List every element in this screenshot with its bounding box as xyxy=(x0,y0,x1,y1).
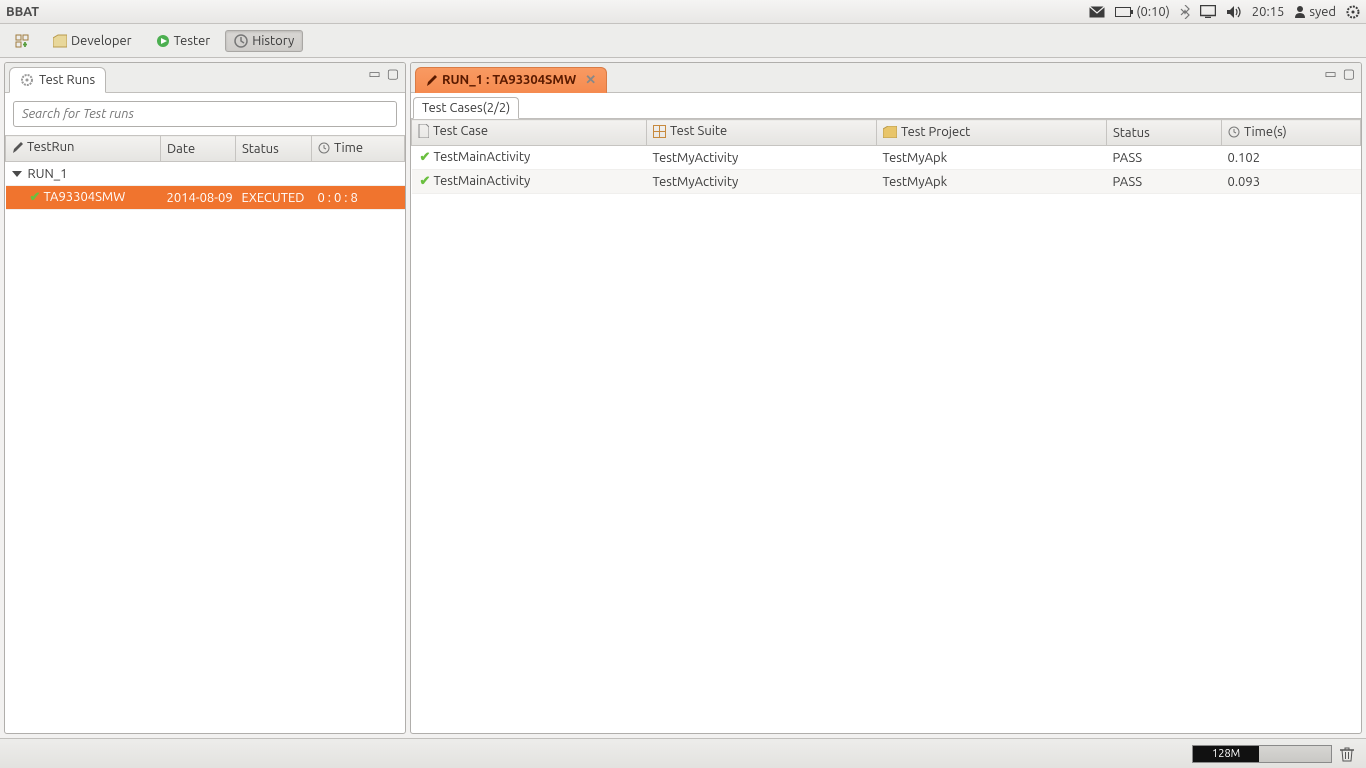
test-cases-table: Test Case Test Suite Test Project Status… xyxy=(411,119,1361,194)
perspective-label: History xyxy=(252,34,294,48)
chevron-down-icon[interactable] xyxy=(12,171,22,177)
gear-icon[interactable] xyxy=(1346,5,1360,19)
test-runs-table: TestRun Date Status Time RUN_1 ✔TA93304 xyxy=(5,135,405,210)
col-status[interactable]: Status xyxy=(236,136,312,162)
minimize-icon[interactable]: ▭ xyxy=(368,67,380,82)
perspective-developer[interactable]: Developer xyxy=(44,30,141,52)
perspective-label: Developer xyxy=(71,34,132,48)
pencil-icon xyxy=(12,140,23,154)
check-icon: ✔ xyxy=(420,150,434,165)
right-pane: RUN_1 : TA93304SMW ✕ ▭ ▢ Test Cases(2/2)… xyxy=(410,62,1362,734)
col-testcase[interactable]: Test Case xyxy=(412,120,647,146)
app-title: BBAT xyxy=(6,5,39,19)
bluetooth-icon[interactable] xyxy=(1180,5,1190,19)
grid-icon xyxy=(653,125,666,138)
tree-parent-row[interactable]: RUN_1 xyxy=(6,162,405,186)
tab-label: RUN_1 : TA93304SMW xyxy=(442,73,576,87)
subtab-test-cases[interactable]: Test Cases(2/2) xyxy=(413,97,519,119)
minimize-icon[interactable]: ▭ xyxy=(1324,67,1336,82)
left-pane: Test Runs ▭ ▢ TestRun Date Status Time xyxy=(4,62,406,734)
check-icon: ✔ xyxy=(420,174,434,189)
table-row[interactable]: ✔TestMainActivity TestMyActivity TestMyA… xyxy=(412,170,1361,194)
perspective-open-icon[interactable] xyxy=(6,30,38,52)
run-status: EXECUTED xyxy=(236,186,312,210)
perspective-label: Tester xyxy=(174,34,211,48)
perspective-history[interactable]: History xyxy=(225,30,303,52)
perspective-toolbar: Developer Tester History xyxy=(0,24,1366,58)
col-time[interactable]: Time(s) xyxy=(1222,120,1361,146)
gear-icon xyxy=(20,73,34,87)
close-icon[interactable]: ✕ xyxy=(585,73,596,88)
heap-bar: 128M xyxy=(1192,745,1332,763)
editor-sub-tabs: Test Cases(2/2) xyxy=(411,93,1361,119)
run-date: 2014-08-09 xyxy=(161,186,236,210)
document-icon xyxy=(418,124,429,138)
right-view-tabs: RUN_1 : TA93304SMW ✕ ▭ ▢ xyxy=(411,63,1361,93)
tab-test-runs[interactable]: Test Runs xyxy=(9,67,106,93)
col-testsuite[interactable]: Test Suite xyxy=(647,120,877,146)
perspective-tester[interactable]: Tester xyxy=(147,30,220,52)
pencil-icon xyxy=(426,73,437,87)
volume-icon[interactable] xyxy=(1226,5,1242,19)
mail-icon[interactable] xyxy=(1089,6,1105,18)
check-icon: ✔ xyxy=(30,190,44,205)
clock-icon xyxy=(1228,126,1240,138)
system-tray: (0:10) 20:15 syed xyxy=(1089,5,1360,19)
workspace: Test Runs ▭ ▢ TestRun Date Status Time xyxy=(0,58,1366,738)
battery-indicator[interactable]: (0:10) xyxy=(1115,5,1169,19)
device-id: TA93304SMW xyxy=(44,190,126,204)
search-input[interactable] xyxy=(13,101,397,127)
col-status[interactable]: Status xyxy=(1107,120,1222,146)
username: syed xyxy=(1309,5,1336,19)
run-time: 0 : 0 : 8 xyxy=(312,186,405,210)
maximize-icon[interactable]: ▢ xyxy=(387,67,399,82)
folder-icon xyxy=(883,126,897,138)
clock-icon xyxy=(318,142,330,154)
left-view-tabs: Test Runs ▭ ▢ xyxy=(5,63,405,93)
col-date[interactable]: Date xyxy=(161,136,236,162)
menubar: BBAT (0:10) 20:15 syed xyxy=(0,0,1366,24)
test-runs-view: Test Runs ▭ ▢ TestRun Date Status Time xyxy=(4,62,406,734)
col-testproject[interactable]: Test Project xyxy=(877,120,1107,146)
tab-label: Test Runs xyxy=(39,73,95,87)
display-icon[interactable] xyxy=(1200,5,1216,18)
clock[interactable]: 20:15 xyxy=(1252,5,1285,19)
run-name: RUN_1 xyxy=(28,167,68,181)
col-testrun[interactable]: TestRun xyxy=(6,136,161,162)
heap-indicator[interactable]: 128M xyxy=(1192,745,1354,763)
maximize-icon[interactable]: ▢ xyxy=(1343,67,1355,82)
table-row[interactable]: ✔TestMainActivity TestMyActivity TestMyA… xyxy=(412,146,1361,170)
heap-used: 128M xyxy=(1193,746,1259,762)
col-time[interactable]: Time xyxy=(312,136,405,162)
search-row xyxy=(5,93,405,135)
tab-run-detail[interactable]: RUN_1 : TA93304SMW ✕ xyxy=(415,67,607,93)
battery-text: (0:10) xyxy=(1136,5,1169,19)
user-menu[interactable]: syed xyxy=(1294,5,1336,19)
run-detail-view: RUN_1 : TA93304SMW ✕ ▭ ▢ Test Cases(2/2)… xyxy=(410,62,1362,734)
status-bar: 128M xyxy=(0,738,1366,768)
trash-icon[interactable] xyxy=(1340,746,1354,762)
tree-child-row[interactable]: ✔TA93304SMW 2014-08-09 EXECUTED 0 : 0 : … xyxy=(6,186,405,210)
